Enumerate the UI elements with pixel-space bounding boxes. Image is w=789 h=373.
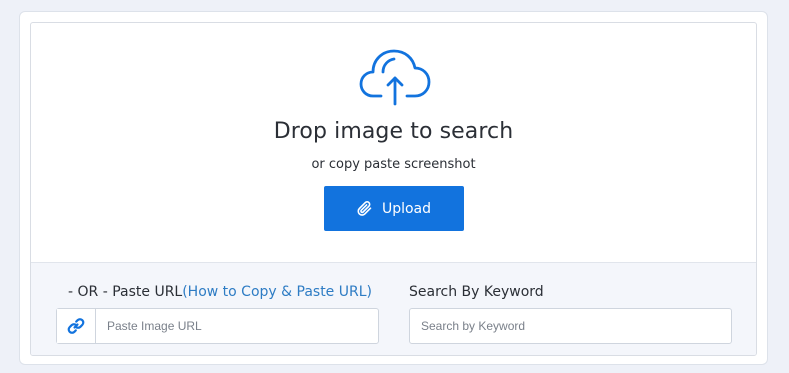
paperclip-icon [357, 200, 372, 216]
paste-url-label: - OR - Paste URL(How to Copy & Paste URL… [68, 284, 372, 300]
dropzone-title: Drop image to search [273, 119, 514, 144]
dropzone-subtitle: or copy paste screenshot [311, 157, 476, 172]
upload-button[interactable]: Upload [324, 186, 464, 231]
keyword-search-input[interactable] [410, 309, 731, 343]
search-options-panel: - OR - Paste URL(How to Copy & Paste URL… [31, 262, 756, 355]
image-dropzone[interactable]: Drop image to search or copy paste scree… [30, 22, 757, 356]
link-icon [67, 318, 85, 334]
paste-url-label-text: - OR - Paste URL [68, 284, 183, 300]
url-input-group [56, 308, 379, 344]
keyword-input-group [409, 308, 732, 344]
how-to-paste-url-link[interactable]: (How to Copy & Paste URL) [182, 284, 372, 300]
cloud-upload-icon [359, 49, 431, 106]
link-addon [57, 309, 96, 343]
keyword-search-label: Search By Keyword [409, 284, 544, 300]
upload-button-label: Upload [381, 200, 432, 217]
image-url-input[interactable] [96, 309, 378, 343]
